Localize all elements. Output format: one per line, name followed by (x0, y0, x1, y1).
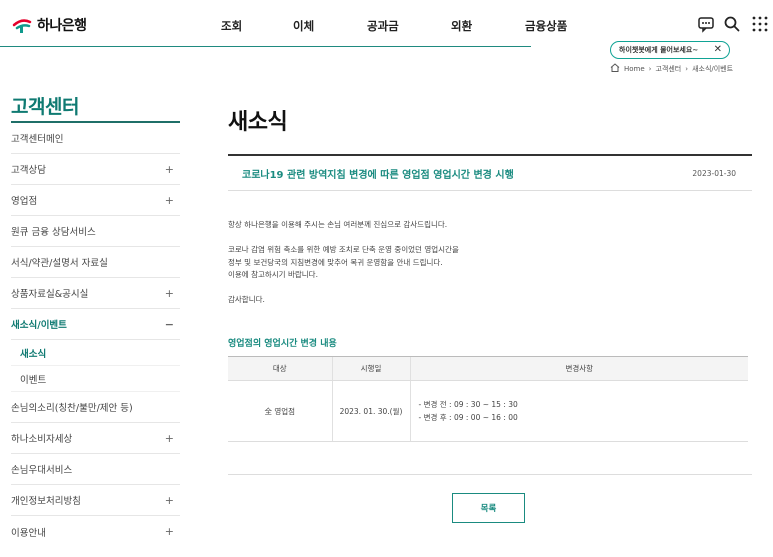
sidebar-item-consultation[interactable]: 고객상담 + (11, 154, 180, 185)
chatbot-icon[interactable] (697, 15, 715, 33)
post-paragraph: 코로나 감염 위험 축소를 위한 예방 조치로 단축 운영 중이었던 영업시간을… (228, 245, 459, 279)
breadcrumb-customer-center[interactable]: 고객센터 (655, 64, 681, 74)
expand-icon: + (164, 525, 174, 538)
breadcrumb-news-events[interactable]: 새소식/이벤트 (692, 64, 733, 74)
nav-transfer[interactable]: 이체 (293, 18, 314, 34)
expand-icon: + (164, 162, 174, 176)
table-row: 全 영업점 2023. 01. 30.(월) - 변경 전 : 09 : 30 … (228, 380, 748, 442)
nav-foreign-exchange[interactable]: 외환 (451, 18, 472, 34)
sidebar-item-privacy-policy[interactable]: 개인정보처리방침 + (11, 485, 180, 516)
home-icon[interactable] (610, 63, 620, 74)
breadcrumb: Home › 고객센터 › 새소식/이벤트 (610, 63, 733, 74)
post-date: 2023-01-30 (692, 168, 736, 178)
hours-change-table: 대상 시행일 변경사항 全 영업점 2023. 01. 30.(월) - 변경 … (228, 356, 748, 442)
sidebar-item-customer-voice[interactable]: 손님의소리(칭찬/불만/제안 등) (11, 392, 180, 423)
sidebar-item-preferential-service[interactable]: 손님우대서비스 (11, 454, 180, 485)
sidebar-item-forms-library[interactable]: 서식/약관/설명서 자료실 (11, 247, 180, 278)
table-cell-target: 全 영업점 (228, 380, 332, 442)
sidebar-title: 고객센터 (11, 96, 79, 118)
breadcrumb-home[interactable]: Home (624, 65, 645, 73)
sidebar-item-consumer-world[interactable]: 하나소비자세상 + (11, 423, 180, 454)
expand-icon: + (164, 286, 174, 300)
nav-utility-bills[interactable]: 공과금 (367, 18, 399, 34)
post-paragraph: 감사합니다. (228, 295, 265, 304)
logo-text: 하나은행 (37, 18, 87, 34)
sidebar-item-product-disclosure[interactable]: 상품자료실&공시실 + (11, 278, 180, 309)
hana-bank-logo[interactable]: 하나은행 (11, 15, 87, 35)
header-divider (0, 46, 531, 47)
collapse-icon: − (164, 317, 174, 331)
chevron-right-icon: › (685, 64, 689, 73)
sidebar-item-news-events[interactable]: 새소식/이벤트 − (11, 309, 180, 340)
nav-inquiry[interactable]: 조회 (221, 18, 242, 34)
chevron-right-icon: › (648, 64, 652, 73)
post-body: 항상 하나은행을 이용해 주시는 손님 여러분께 진심으로 감사드립니다. 코로… (228, 219, 459, 319)
sidebar-subitem-events[interactable]: 이벤트 (11, 366, 180, 392)
table-header: 시행일 (331, 356, 410, 381)
section-title: 영업점의 영업시간 변경 내용 (228, 339, 337, 349)
table-cell-date: 2023. 01. 30.(월) (331, 380, 410, 442)
close-icon[interactable]: ✕ (714, 44, 722, 55)
table-header: 대상 (228, 356, 332, 381)
table-cell-changes: - 변경 전 : 09 : 30 ~ 15 : 30 - 변경 후 : 09 :… (409, 380, 748, 442)
content-divider (228, 474, 752, 475)
post-header: 코로나19 관련 방역지침 변경에 따른 영업점 영업시간 변경 시행 2023… (228, 154, 752, 191)
post-paragraph: 항상 하나은행을 이용해 주시는 손님 여러분께 진심으로 감사드립니다. (228, 220, 448, 229)
sidebar-item-oneq-consult[interactable]: 원큐 금융 상담서비스 (11, 216, 180, 247)
post-title: 코로나19 관련 방역지침 변경에 따른 영업점 영업시간 변경 시행 (242, 169, 514, 181)
chatbot-tooltip-text: 하이챗봇에게 물어보세요~ (619, 46, 699, 54)
expand-icon: + (164, 193, 174, 207)
sidebar-menu: 고객센터메인 고객상담 + 영업점 + 원큐 금융 상담서비스 서식/약관/설명서 … (11, 123, 180, 547)
sidebar-item-customer-center-main[interactable]: 고객센터메인 (11, 123, 180, 154)
sidebar-item-branch[interactable]: 영업점 + (11, 185, 180, 216)
list-button[interactable]: 목록 (452, 493, 525, 523)
hana-logo-icon (11, 16, 33, 34)
sidebar-item-usage-guide[interactable]: 이용안내 + (11, 516, 180, 547)
table-header: 변경사항 (409, 356, 748, 381)
nav-financial-products[interactable]: 금융상품 (525, 18, 567, 34)
sidebar-subitem-news[interactable]: 새소식 (11, 340, 180, 366)
expand-icon: + (164, 493, 174, 507)
chatbot-tooltip[interactable]: 하이챗봇에게 물어보세요~ ✕ (610, 41, 730, 59)
all-menu-icon[interactable] (751, 15, 769, 33)
search-icon[interactable] (723, 15, 741, 33)
expand-icon: + (164, 431, 174, 445)
page-title: 새소식 (228, 110, 288, 135)
